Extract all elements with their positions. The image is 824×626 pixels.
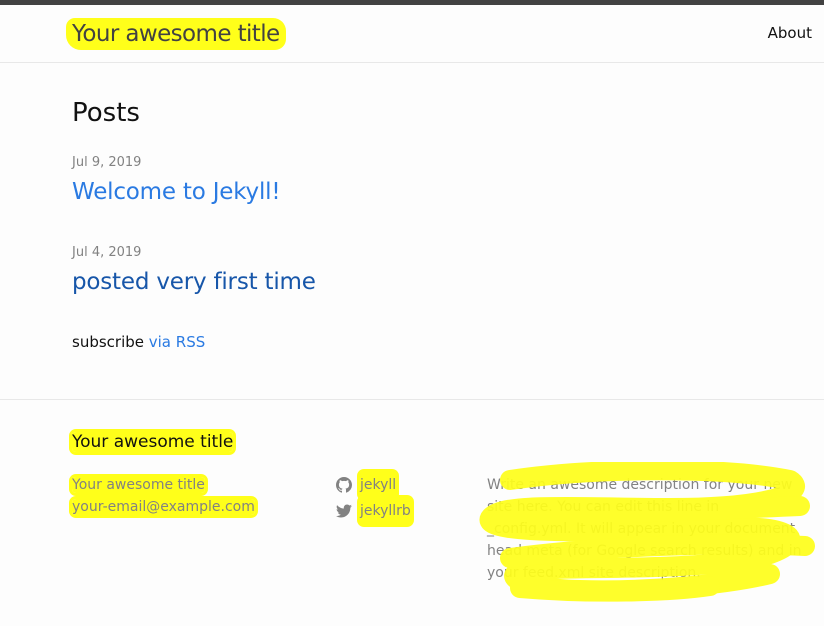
contact-list: Your awesome title your-email@example.co… bbox=[72, 474, 255, 518]
page-heading: Posts bbox=[72, 98, 140, 128]
github-username-link[interactable]: jekyll bbox=[360, 472, 397, 498]
social-github-item[interactable]: jekyll bbox=[336, 472, 411, 498]
post-date: Jul 4, 2019 bbox=[72, 245, 142, 260]
site-footer: Your awesome title Your awesome title yo… bbox=[0, 399, 824, 626]
twitter-icon bbox=[336, 504, 352, 518]
post-link-first-time[interactable]: posted very first time bbox=[72, 269, 316, 295]
post-link-welcome[interactable]: Welcome to Jekyll! bbox=[72, 179, 281, 205]
nav-about-link[interactable]: About bbox=[768, 24, 812, 42]
subscribe-prefix: subscribe bbox=[72, 333, 149, 351]
rss-link[interactable]: via RSS bbox=[149, 333, 205, 351]
contact-email-item[interactable]: your-email@example.com bbox=[72, 496, 255, 518]
post-date: Jul 9, 2019 bbox=[72, 155, 142, 170]
twitter-username-link[interactable]: jekyllrb bbox=[360, 498, 411, 524]
site-description: Write an awesome description for your ne… bbox=[487, 477, 802, 581]
contact-name: Your awesome title bbox=[72, 477, 205, 493]
github-icon bbox=[336, 477, 352, 493]
contact-name-item: Your awesome title bbox=[72, 474, 255, 496]
footer-heading-text: Your awesome title bbox=[72, 432, 234, 452]
social-twitter-item[interactable]: jekyllrb bbox=[336, 498, 411, 524]
footer-heading: Your awesome title bbox=[72, 432, 234, 452]
site-title-link[interactable]: Your awesome title bbox=[69, 21, 283, 47]
subscribe-text: subscribe via RSS bbox=[72, 333, 205, 351]
site-header: Your awesome title About bbox=[0, 5, 824, 63]
contact-email[interactable]: your-email@example.com bbox=[72, 499, 255, 515]
social-media-list: jekyll jekyllrb bbox=[336, 472, 411, 524]
